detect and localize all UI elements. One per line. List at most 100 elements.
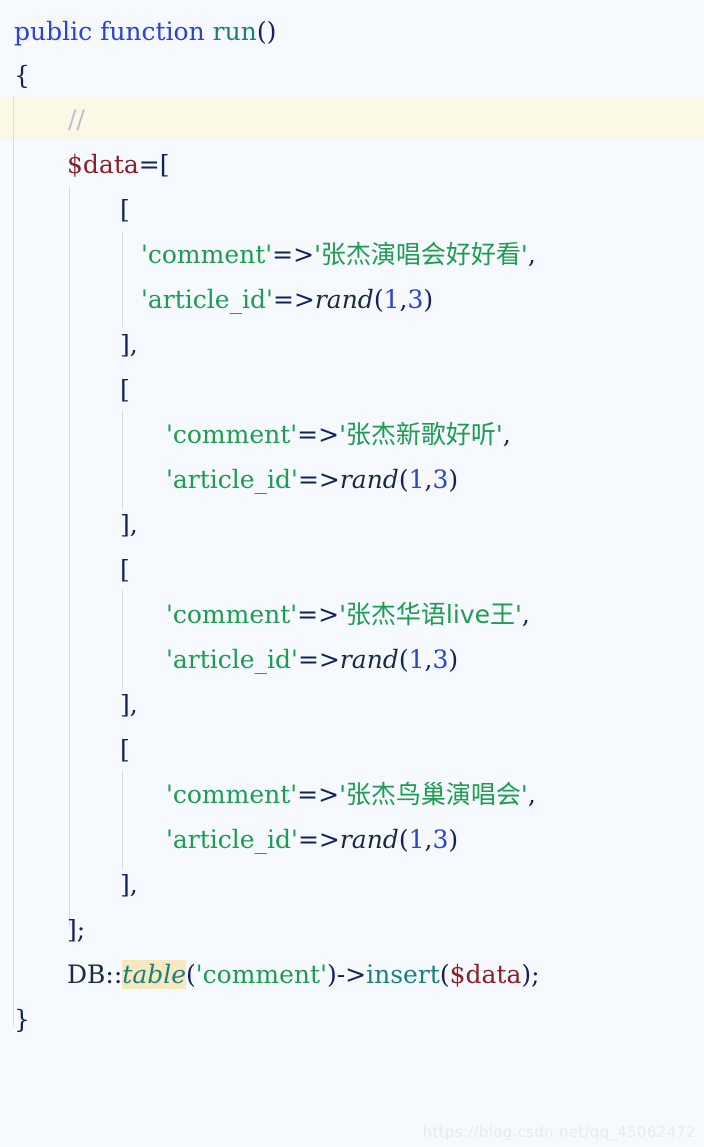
token-arrow: => (297, 465, 340, 494)
code-line-11[interactable]: 'article_id'=>rand(1,3) (166, 465, 458, 495)
code-editor-surface: public function run() { // $data=[ [ 'co… (0, 0, 704, 1147)
code-line-22[interactable]: DB::table('comment')->insert($data); (67, 960, 540, 990)
code-line-17[interactable]: [ (120, 735, 130, 765)
code-line-2[interactable]: { (14, 61, 30, 91)
code-line-1[interactable]: public function run() (14, 17, 276, 47)
token-string-value: '张杰华语live王' (339, 600, 522, 629)
code-line-23[interactable]: } (14, 1005, 30, 1035)
code-line-18[interactable]: 'comment'=>'张杰鸟巢演唱会', (166, 780, 536, 810)
token-bracket-close: ] (120, 510, 130, 539)
code-line-16[interactable]: ], (120, 690, 138, 720)
token-paren-open: ( (398, 465, 409, 494)
code-line-15[interactable]: 'article_id'=>rand(1,3) (166, 645, 458, 675)
code-line-5[interactable]: [ (120, 195, 130, 225)
token-paren-open: ( (373, 285, 384, 314)
token-bracket-open: [ (120, 555, 130, 584)
code-line-3[interactable]: // (68, 105, 85, 135)
token-bracket-open: [ (120, 735, 130, 764)
code-line-19[interactable]: 'article_id'=>rand(1,3) (166, 825, 458, 855)
token-arrow: => (297, 645, 340, 674)
token-string-key: 'article_id' (141, 285, 273, 314)
token-comma: , (527, 780, 536, 809)
token-arrow: => (297, 780, 340, 809)
token-object-operator: -> (336, 960, 367, 989)
token-string-key: 'comment' (166, 420, 298, 449)
token-class-db: DB (67, 960, 106, 989)
token-number-min: 1 (408, 825, 425, 854)
token-string-key: 'article_id' (166, 465, 298, 494)
token-string-arg: 'comment' (195, 960, 327, 989)
token-string-key: 'article_id' (166, 645, 298, 674)
token-scope-resolution: :: (105, 960, 123, 989)
token-brace-open: { (14, 61, 30, 90)
token-number-min: 1 (408, 465, 425, 494)
code-line-7[interactable]: 'article_id'=>rand(1,3) (141, 285, 433, 315)
token-paren-open: ( (398, 645, 409, 674)
token-comma: , (129, 330, 138, 359)
token-function-rand: rand (314, 285, 374, 314)
code-line-20[interactable]: ], (120, 870, 138, 900)
token-method-insert: insert (366, 960, 440, 989)
token-comma: , (521, 600, 530, 629)
token-function-name-run: run (212, 17, 257, 46)
token-comma: , (502, 420, 511, 449)
code-line-13[interactable]: [ (120, 555, 130, 585)
token-operator-assign: = (138, 150, 160, 179)
token-keyword-public: public (14, 17, 93, 46)
code-line-9[interactable]: [ (120, 375, 130, 405)
token-bracket-open: [ (120, 375, 130, 404)
token-paren-close: ) (326, 960, 337, 989)
code-line-4[interactable]: $data=[ (67, 150, 169, 180)
token-bracket-close: ] (120, 870, 130, 899)
token-function-rand: rand (339, 465, 399, 494)
token-comma: , (129, 870, 138, 899)
token-bracket-open: [ (120, 195, 130, 224)
token-number-max: 3 (432, 465, 449, 494)
token-paren-open: ( (439, 960, 450, 989)
token-arrow: => (297, 825, 340, 854)
code-line-8[interactable]: ], (120, 330, 138, 360)
token-number-min: 1 (383, 285, 400, 314)
token-paren-close: ) (448, 825, 459, 854)
token-arrow: => (297, 420, 340, 449)
token-keyword-function: function (100, 17, 205, 46)
code-line-6[interactable]: 'comment'=>'张杰演唱会好好看', (141, 240, 536, 270)
token-semicolon: ; (531, 960, 540, 989)
code-line-14[interactable]: 'comment'=>'张杰华语live王', (166, 600, 530, 630)
token-parens: () (256, 17, 277, 46)
token-paren-close: ) (448, 465, 459, 494)
token-string-key: 'comment' (166, 780, 298, 809)
indent-guide-level-3-block-1 (122, 232, 123, 328)
indent-guide-level-3-block-3 (122, 590, 123, 690)
indent-guide-level-2 (69, 186, 70, 926)
token-string-key: 'comment' (141, 240, 273, 269)
code-line-21[interactable]: ]; (67, 915, 85, 945)
token-number-max: 3 (432, 825, 449, 854)
code-line-10[interactable]: 'comment'=>'张杰新歌好听', (166, 420, 511, 450)
token-comma: , (527, 240, 536, 269)
token-paren-close: ) (521, 960, 532, 989)
indent-guide-level-3-block-2 (122, 410, 123, 510)
token-string-key: 'comment' (166, 600, 298, 629)
token-function-rand: rand (339, 645, 399, 674)
token-string-value: '张杰鸟巢演唱会' (339, 780, 528, 809)
token-brace-close: } (14, 1005, 30, 1034)
token-number-max: 3 (432, 645, 449, 674)
token-paren-open: ( (186, 960, 196, 989)
code-line-12[interactable]: ], (120, 510, 138, 540)
token-arrow: => (272, 240, 315, 269)
token-string-key: 'article_id' (166, 825, 298, 854)
token-comma: , (129, 690, 138, 719)
token-paren-close: ) (423, 285, 434, 314)
token-bracket-close: ] (67, 915, 77, 944)
token-variable-data: $data (67, 150, 139, 179)
token-bracket-close: ] (120, 690, 130, 719)
token-arrow: => (272, 285, 315, 314)
token-bracket-open: [ (159, 150, 170, 179)
token-paren-open: ( (398, 825, 409, 854)
token-bracket-close: ] (120, 330, 130, 359)
token-number-max: 3 (407, 285, 424, 314)
watermark-text: https://blog.csdn.net/qq_45062472 (422, 1123, 696, 1141)
